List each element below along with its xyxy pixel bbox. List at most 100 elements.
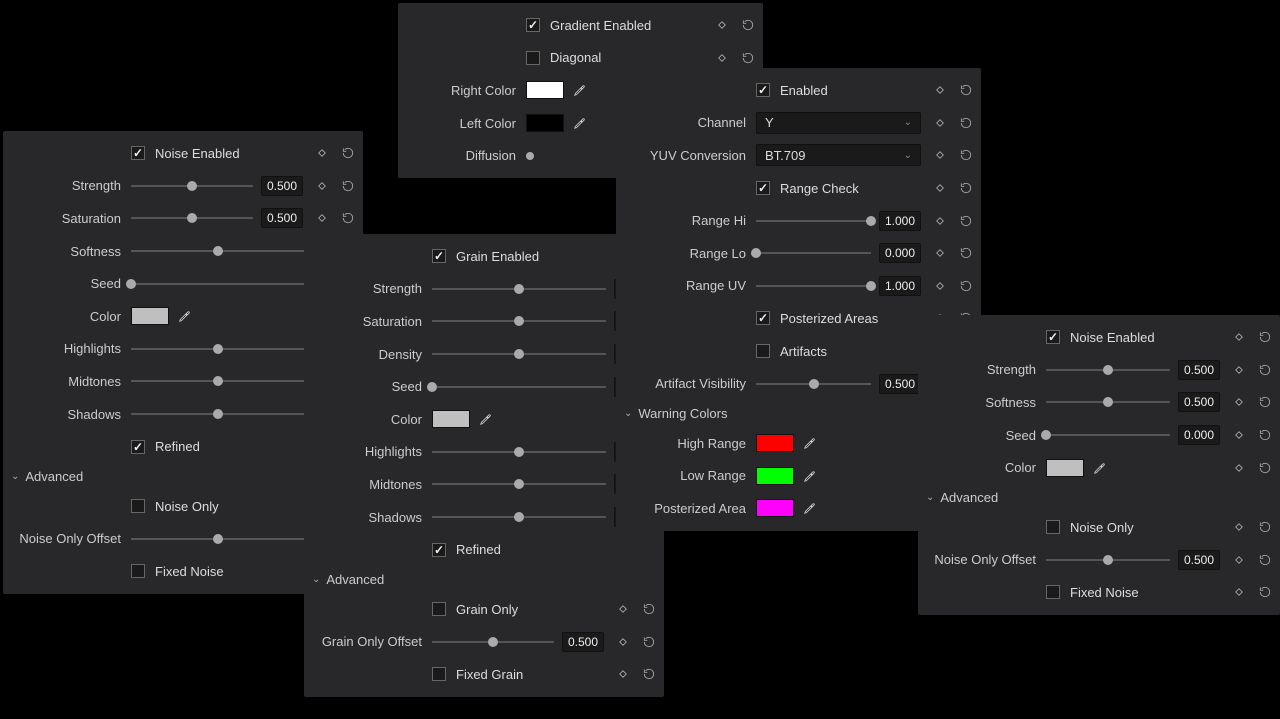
keyframe-icon[interactable] [616, 602, 630, 616]
keyframe-icon[interactable] [315, 146, 329, 160]
reset-icon[interactable] [959, 246, 973, 260]
noise-only-checkbox[interactable] [131, 499, 145, 513]
keyframe-icon[interactable] [1232, 553, 1246, 567]
keyframe-icon[interactable] [933, 148, 947, 162]
keyframe-icon[interactable] [1232, 330, 1246, 344]
reset-icon[interactable] [1258, 363, 1272, 377]
reset-icon[interactable] [1258, 428, 1272, 442]
reset-icon[interactable] [741, 51, 755, 65]
refined-checkbox[interactable] [432, 543, 446, 557]
color-swatch[interactable] [432, 410, 470, 428]
highlights-slider[interactable] [131, 348, 305, 350]
color-swatch[interactable] [1046, 459, 1084, 477]
range-uv-value[interactable]: 1.000 [879, 276, 921, 296]
saturation-slider[interactable] [432, 320, 606, 322]
enabled-checkbox[interactable] [756, 83, 770, 97]
noise-only-offset-value[interactable]: 0.500 [1178, 550, 1220, 570]
seed-value[interactable]: 0.000 [1178, 425, 1220, 445]
seed-slider[interactable] [131, 283, 305, 285]
keyframe-icon[interactable] [1232, 395, 1246, 409]
seed-slider[interactable] [432, 386, 606, 388]
keyframe-icon[interactable] [933, 116, 947, 130]
reset-icon[interactable] [1258, 461, 1272, 475]
range-lo-slider[interactable] [756, 252, 871, 254]
keyframe-icon[interactable] [1232, 363, 1246, 377]
noise-only-offset-slider[interactable] [1046, 559, 1170, 561]
eyedropper-icon[interactable] [802, 500, 818, 516]
reset-icon[interactable] [1258, 520, 1272, 534]
range-check-checkbox[interactable] [756, 181, 770, 195]
diffusion-handle[interactable] [526, 152, 534, 160]
keyframe-icon[interactable] [616, 667, 630, 681]
strength-slider[interactable] [131, 185, 253, 187]
softness-slider[interactable] [131, 250, 305, 252]
reset-icon[interactable] [341, 146, 355, 160]
reset-icon[interactable] [1258, 585, 1272, 599]
density-slider[interactable] [432, 353, 606, 355]
low-range-swatch[interactable] [756, 467, 794, 485]
eyedropper-icon[interactable] [478, 411, 494, 427]
keyframe-icon[interactable] [933, 214, 947, 228]
artifact-vis-value[interactable]: 0.500 [879, 374, 921, 394]
reset-icon[interactable] [341, 179, 355, 193]
range-uv-slider[interactable] [756, 285, 871, 287]
grain-only-offset-slider[interactable] [432, 641, 554, 643]
softness-value[interactable]: 0.500 [1178, 392, 1220, 412]
reset-icon[interactable] [642, 667, 656, 681]
keyframe-icon[interactable] [315, 179, 329, 193]
keyframe-icon[interactable] [933, 279, 947, 293]
grain-enabled-checkbox[interactable] [432, 249, 446, 263]
noise-enabled-checkbox[interactable] [131, 146, 145, 160]
reset-icon[interactable] [642, 602, 656, 616]
artifact-vis-slider[interactable] [756, 383, 871, 385]
grain-only-offset-value[interactable]: 0.500 [562, 632, 604, 652]
keyframe-icon[interactable] [1232, 461, 1246, 475]
keyframe-icon[interactable] [715, 51, 729, 65]
keyframe-icon[interactable] [1232, 520, 1246, 534]
gradient-enabled-checkbox[interactable] [526, 18, 540, 32]
eyedropper-icon[interactable] [572, 115, 588, 131]
shadows-slider[interactable] [131, 413, 305, 415]
grain-only-checkbox[interactable] [432, 602, 446, 616]
noise-only-offset-slider[interactable] [131, 538, 305, 540]
reset-icon[interactable] [959, 83, 973, 97]
reset-icon[interactable] [1258, 395, 1272, 409]
shadows-slider[interactable] [432, 516, 606, 518]
keyframe-icon[interactable] [715, 18, 729, 32]
reset-icon[interactable] [1258, 330, 1272, 344]
reset-icon[interactable] [642, 635, 656, 649]
reset-icon[interactable] [1258, 553, 1272, 567]
reset-icon[interactable] [959, 148, 973, 162]
keyframe-icon[interactable] [1232, 585, 1246, 599]
high-range-swatch[interactable] [756, 434, 794, 452]
refined-checkbox[interactable] [131, 440, 145, 454]
reset-icon[interactable] [959, 116, 973, 130]
saturation-slider[interactable] [131, 217, 253, 219]
color-swatch[interactable] [131, 307, 169, 325]
keyframe-icon[interactable] [616, 635, 630, 649]
strength-value[interactable]: 0.500 [1178, 360, 1220, 380]
range-hi-value[interactable]: 1.000 [879, 211, 921, 231]
seed-slider[interactable] [1046, 434, 1170, 436]
advanced-header[interactable]: ⌄ Advanced [918, 484, 1280, 511]
reset-icon[interactable] [341, 211, 355, 225]
eyedropper-icon[interactable] [1092, 460, 1108, 476]
eyedropper-icon[interactable] [572, 82, 588, 98]
reset-icon[interactable] [741, 18, 755, 32]
fixed-noise-checkbox[interactable] [131, 564, 145, 578]
keyframe-icon[interactable] [933, 246, 947, 260]
midtones-slider[interactable] [432, 483, 606, 485]
eyedropper-icon[interactable] [802, 468, 818, 484]
left-color-swatch[interactable] [526, 114, 564, 132]
eyedropper-icon[interactable] [802, 435, 818, 451]
range-hi-slider[interactable] [756, 220, 871, 222]
right-color-swatch[interactable] [526, 81, 564, 99]
midtones-slider[interactable] [131, 380, 305, 382]
strength-slider[interactable] [1046, 369, 1170, 371]
noise-enabled-checkbox[interactable] [1046, 330, 1060, 344]
keyframe-icon[interactable] [315, 211, 329, 225]
posterized-area-swatch[interactable] [756, 499, 794, 517]
advanced-header[interactable]: ⌄ Advanced [304, 566, 664, 593]
artifacts-checkbox[interactable] [756, 344, 770, 358]
yuv-dropdown[interactable]: BT.709⌄ [756, 144, 921, 166]
